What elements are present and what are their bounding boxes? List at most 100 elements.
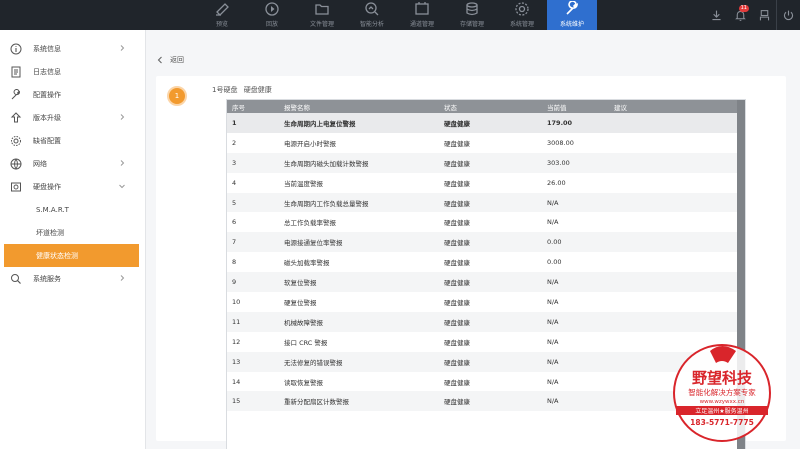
table-row[interactable]: 4 当前温度警报 硬盘健康 26.00 <box>227 172 739 193</box>
cell-alarm-name: 读取恢复警报 <box>284 378 323 387</box>
sidebar-item-disk-operation[interactable]: 硬盘操作 <box>0 175 145 198</box>
watermark-phone: 183-5771-7775 <box>690 418 754 427</box>
sidebar-item-config-operation[interactable]: 配置操作 <box>0 83 145 106</box>
database-icon <box>466 2 478 16</box>
info-icon <box>10 43 22 54</box>
upgrade-icon <box>10 111 22 122</box>
header-current-value: 当前值 <box>547 103 567 112</box>
sidebar-sub-health-check[interactable]: 健康状态检测 <box>4 244 139 267</box>
cell-status: 硬盘健康 <box>444 398 470 407</box>
cell-status: 硬盘健康 <box>444 199 470 208</box>
sidebar-item-version-upgrade[interactable]: 版本升级 <box>0 106 145 129</box>
crumb-status: 硬盘健康 <box>243 86 272 94</box>
cell-status: 硬盘健康 <box>444 259 470 268</box>
gear-icon <box>515 2 529 16</box>
table-row[interactable]: 9 软复位警报 硬盘健康 N/A <box>227 272 739 293</box>
cell-current-value: 0.00 <box>547 238 562 247</box>
watermark-tagline: 智能化解决方案专家 <box>688 387 756 397</box>
back-label: 返回 <box>170 56 184 64</box>
user-icon <box>759 9 769 20</box>
sidebar-item-system-info[interactable]: 系统信息 <box>0 37 145 60</box>
table-row[interactable]: 5 生命周期内工作负载总量警报 硬盘健康 N/A <box>227 192 739 213</box>
wrench-icon <box>566 1 579 15</box>
disk-icon <box>11 182 21 191</box>
camera-icon <box>216 3 229 16</box>
sidebar-sub-smart[interactable]: S.M.A.R.T <box>0 198 145 221</box>
step-indicator: 1 <box>167 86 187 106</box>
sidebar-item-log-info[interactable]: 日志信息 <box>0 60 145 83</box>
nav-label: 存储管理 <box>459 21 484 28</box>
sidebar-item-label: 缺省配置 <box>33 136 61 145</box>
cell-suggestion <box>609 133 739 153</box>
cell-current-value: 179.00 <box>547 118 573 127</box>
cell-alarm-name: 电源接通复位率警报 <box>284 239 343 248</box>
nav-file-management[interactable]: 文件管理 <box>297 0 347 30</box>
nav-preview[interactable]: 预览 <box>197 0 247 30</box>
power-button[interactable] <box>776 0 800 30</box>
notification-badge: 11 <box>738 5 749 12</box>
cell-index: 4 <box>232 178 237 187</box>
table-row[interactable]: 2 电源开启小时警报 硬盘健康 3008.00 <box>227 132 739 153</box>
user-button[interactable] <box>752 0 776 30</box>
cell-index: 15 <box>232 397 241 406</box>
cell-status: 硬盘健康 <box>444 119 470 128</box>
cell-suggestion <box>609 312 739 332</box>
cell-alarm-name: 软复位警报 <box>284 279 317 288</box>
table-row[interactable]: 3 生命周期内磁头加载计数警报 硬盘健康 303.00 <box>227 152 739 173</box>
nav-channel-management[interactable]: 通道管理 <box>397 0 447 30</box>
nav-system-maintenance[interactable]: 系统维护 <box>547 0 597 30</box>
table-header-row: 序号 报警名称 状态 当前值 建议 <box>227 100 739 113</box>
playback-icon <box>265 2 279 16</box>
cell-alarm-name: 生命周期内上电复位警报 <box>284 119 356 128</box>
cell-index: 6 <box>232 218 237 227</box>
table-row[interactable]: 11 机械故障警报 硬盘健康 N/A <box>227 311 739 332</box>
nav-playback[interactable]: 回放 <box>247 0 297 30</box>
notification-button[interactable]: 11 <box>728 0 752 30</box>
cell-index: 14 <box>232 377 241 386</box>
cell-status: 硬盘健康 <box>444 239 470 248</box>
header-status: 状态 <box>444 103 457 112</box>
nav-system-management[interactable]: 系统管理 <box>497 0 547 30</box>
sidebar-sub-bad-sector-check[interactable]: 坏道检测 <box>0 221 145 244</box>
cell-current-value: N/A <box>547 297 559 306</box>
sidebar-item-system-service[interactable]: 系统服务 <box>0 267 145 290</box>
sidebar-item-network[interactable]: 网络 <box>0 152 145 175</box>
table-row[interactable]: 1 生命周期内上电复位警报 硬盘健康 179.00 <box>227 113 739 133</box>
nav-label: 预览 <box>215 21 228 28</box>
cell-status: 硬盘健康 <box>444 298 470 307</box>
watermark-banner: 立足温州★服务温州 <box>695 407 748 415</box>
nav-smart-analysis[interactable]: 智能分析 <box>347 0 397 30</box>
sidebar-item-default-config[interactable]: 缺省配置 <box>0 129 145 152</box>
sidebar-item-label: 日志信息 <box>33 67 61 76</box>
cell-suggestion <box>609 212 739 232</box>
cell-current-value: 3008.00 <box>547 138 574 147</box>
nav-label: 系统维护 <box>559 21 584 28</box>
cell-suggestion <box>609 252 739 272</box>
table-row[interactable]: 7 电源接通复位率警报 硬盘健康 0.00 <box>227 232 739 253</box>
table-row[interactable]: 10 硬复位警报 硬盘健康 N/A <box>227 292 739 312</box>
sidebar: 系统信息 日志信息 配置操作 版本升级 缺省配置 网络 硬盘操作 S.M.A.R… <box>0 30 146 449</box>
cell-current-value: N/A <box>547 397 559 406</box>
top-bar: 预览 回放 文件管理 智能分析 通道管理 存储管理 系统管理 系统维护 11 <box>0 0 800 30</box>
nav-label: 回放 <box>265 21 278 28</box>
download-button[interactable] <box>704 0 728 30</box>
cell-current-value: N/A <box>547 357 559 366</box>
folder-icon <box>315 4 329 15</box>
default-config-icon <box>11 135 21 146</box>
cell-index: 7 <box>232 238 237 247</box>
nav-storage-management[interactable]: 存储管理 <box>447 0 497 30</box>
back-button[interactable]: 返回 <box>156 55 184 65</box>
cell-suggestion <box>609 272 739 292</box>
cell-suggestion <box>609 173 739 193</box>
table-row[interactable]: 6 总工作负载率警报 硬盘健康 N/A <box>227 212 739 233</box>
cell-index: 2 <box>232 138 237 147</box>
watermark-url: www.wzywxx.cn <box>700 399 745 405</box>
cell-suggestion <box>609 193 739 213</box>
table-row[interactable]: 8 磁头加载率警报 硬盘健康 0.00 <box>227 252 739 273</box>
globe-icon <box>10 158 22 170</box>
crumb-disk: 1号硬盘 <box>212 86 238 94</box>
cell-status: 硬盘健康 <box>444 139 470 148</box>
cell-suggestion <box>609 292 739 312</box>
cell-alarm-name: 生命周期内磁头加载计数警报 <box>284 159 369 168</box>
nav-label: 通道管理 <box>409 21 434 28</box>
